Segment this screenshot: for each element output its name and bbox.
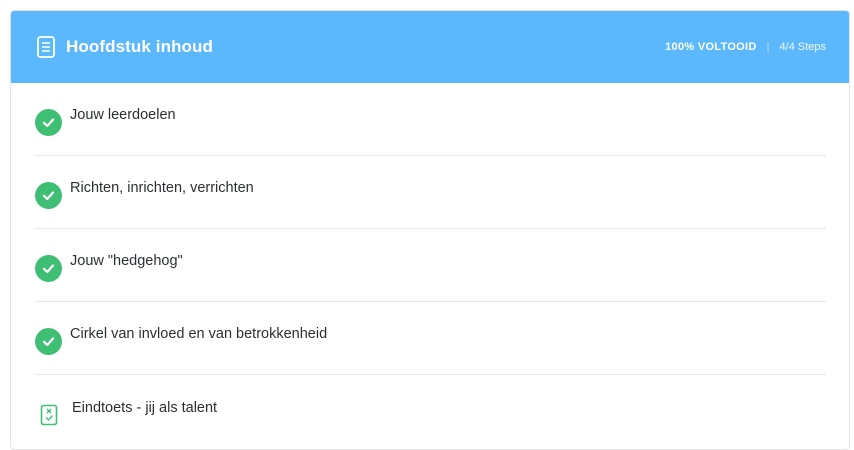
check-icon	[35, 181, 62, 209]
lesson-item-2[interactable]: Richten, inrichten, verrichten	[35, 156, 826, 229]
lesson-label: Cirkel van invloed en van betrokkenheid	[70, 326, 328, 342]
lesson-label: Eindtoets - jij als talent	[72, 399, 218, 416]
check-icon	[35, 327, 62, 355]
lesson-item-5[interactable]: Eindtoets - jij als talent	[35, 375, 826, 448]
lesson-label: Richten, inrichten, verrichten	[70, 180, 254, 196]
document-icon	[36, 36, 56, 58]
steps-count: 4/4 Steps	[779, 41, 826, 53]
lesson-item-1[interactable]: Jouw leerdoelen	[35, 83, 826, 156]
panel-title: Hoofdstuk inhoud	[66, 37, 214, 56]
check-icon	[35, 254, 62, 282]
lesson-item-3[interactable]: Jouw "hedgehog"	[35, 229, 826, 302]
lesson-label: Jouw "hedgehog"	[70, 253, 183, 269]
quiz-icon	[38, 402, 60, 428]
progress-label: 100% VOLTOOID	[665, 41, 757, 53]
course-content-panel: Hoofdstuk inhoud 100% VOLTOOID | 4/4 Ste…	[10, 10, 850, 450]
panel-header: Hoofdstuk inhoud 100% VOLTOOID | 4/4 Ste…	[11, 11, 849, 83]
lesson-label: Jouw leerdoelen	[70, 107, 176, 123]
progress-separator: |	[766, 41, 770, 53]
lesson-list: Jouw leerdoelen Richten, inrichten, verr…	[11, 83, 849, 448]
lesson-item-4[interactable]: Cirkel van invloed en van betrokkenheid	[35, 302, 826, 375]
progress-summary: 100% VOLTOOID | 4/4 Steps	[665, 41, 826, 53]
check-icon	[35, 108, 62, 136]
